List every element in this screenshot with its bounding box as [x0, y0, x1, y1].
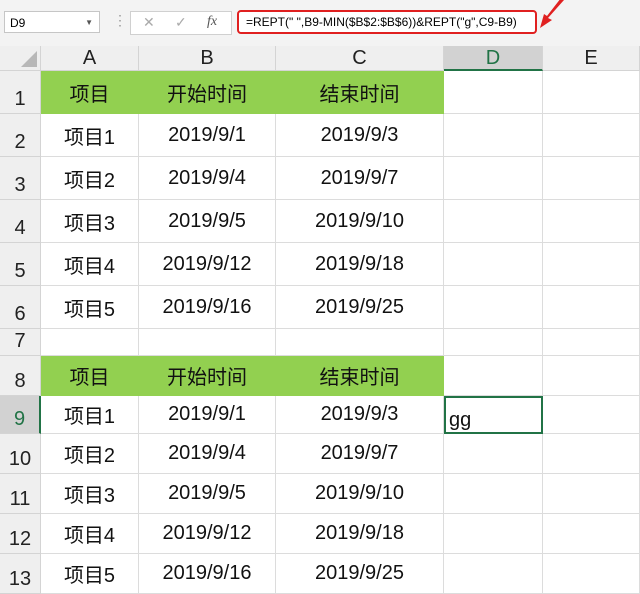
cell-A9[interactable]: 项目1 — [41, 396, 139, 434]
row-header-6[interactable]: 6 — [0, 286, 41, 329]
cell-C6[interactable]: 2019/9/25 — [276, 286, 444, 329]
formula-buttons: ✕ ✓ fx — [130, 11, 232, 35]
row-header-13[interactable]: 13 — [0, 554, 41, 594]
cell-B11[interactable]: 2019/9/5 — [139, 474, 276, 514]
row-header-4[interactable]: 4 — [0, 200, 41, 243]
cell-E3[interactable] — [543, 157, 640, 200]
row-header-11[interactable]: 11 — [0, 474, 41, 514]
cell-B6[interactable]: 2019/9/16 — [139, 286, 276, 329]
row-header-10[interactable]: 10 — [0, 434, 41, 474]
cell-E4[interactable] — [543, 200, 640, 243]
cell-D10[interactable] — [444, 434, 543, 474]
cell-E7[interactable] — [543, 329, 640, 356]
column-header-D[interactable]: D — [444, 46, 543, 71]
cell-E13[interactable] — [543, 554, 640, 594]
cell-B10[interactable]: 2019/9/4 — [139, 434, 276, 474]
cell-A5[interactable]: 项目4 — [41, 243, 139, 286]
cell-C12[interactable]: 2019/9/18 — [276, 514, 444, 554]
cell-C9[interactable]: 2019/9/3 — [276, 396, 444, 434]
cell-E12[interactable] — [543, 514, 640, 554]
cell-B7[interactable] — [139, 329, 276, 356]
cell-C13[interactable]: 2019/9/25 — [276, 554, 444, 594]
row-header-8[interactable]: 8 — [0, 356, 41, 396]
row-header-3[interactable]: 3 — [0, 157, 41, 200]
cell-E11[interactable] — [543, 474, 640, 514]
cell-B8[interactable]: 开始时间 — [139, 356, 276, 396]
cell-A11[interactable]: 项目3 — [41, 474, 139, 514]
cell-A6[interactable]: 项目5 — [41, 286, 139, 329]
cell-E6[interactable] — [543, 286, 640, 329]
row-header-2[interactable]: 2 — [0, 114, 41, 157]
cell-C11[interactable]: 2019/9/10 — [276, 474, 444, 514]
cell-B13[interactable]: 2019/9/16 — [139, 554, 276, 594]
cell-D2[interactable] — [444, 114, 543, 157]
formula-bar-area: D9 ▼ ⋮ ✕ ✓ fx =REPT(" ",B9-MIN($B$2:$B$6)… — [0, 0, 640, 47]
row-header-7[interactable]: 7 — [0, 329, 41, 356]
cell-E2[interactable] — [543, 114, 640, 157]
cell-A1[interactable]: 项目 — [41, 71, 139, 114]
cell-D1[interactable] — [444, 71, 543, 114]
cell-D7[interactable] — [444, 329, 543, 356]
cell-E9[interactable] — [543, 396, 640, 434]
row-header-1[interactable]: 1 — [0, 71, 41, 114]
cell-D5[interactable] — [444, 243, 543, 286]
select-all-button[interactable] — [0, 46, 41, 71]
row-header-12[interactable]: 12 — [0, 514, 41, 554]
cell-C7[interactable] — [276, 329, 444, 356]
cell-A13[interactable]: 项目5 — [41, 554, 139, 594]
confirm-icon[interactable]: ✓ — [175, 14, 187, 31]
cell-D12[interactable] — [444, 514, 543, 554]
formula-input[interactable]: =REPT(" ",B9-MIN($B$2:$B$6))&REPT("g",C9… — [237, 10, 537, 34]
cell-A4[interactable]: 项目3 — [41, 200, 139, 243]
cell-E1[interactable] — [543, 71, 640, 114]
cell-C1[interactable]: 结束时间 — [276, 71, 444, 114]
cell-D6[interactable] — [444, 286, 543, 329]
cell-A10[interactable]: 项目2 — [41, 434, 139, 474]
cell-B5[interactable]: 2019/9/12 — [139, 243, 276, 286]
chevron-down-icon[interactable]: ▼ — [85, 12, 93, 34]
cell-C10[interactable]: 2019/9/7 — [276, 434, 444, 474]
red-arrow-icon — [540, 0, 564, 28]
cell-C8[interactable]: 结束时间 — [276, 356, 444, 396]
cell-D9[interactable]: gg — [444, 396, 543, 434]
cell-D11[interactable] — [444, 474, 543, 514]
cell-A12[interactable]: 项目4 — [41, 514, 139, 554]
cell-D3[interactable] — [444, 157, 543, 200]
row-header-9[interactable]: 9 — [0, 396, 41, 434]
cell-A3[interactable]: 项目2 — [41, 157, 139, 200]
name-box[interactable]: D9 ▼ — [4, 11, 100, 33]
cell-B3[interactable]: 2019/9/4 — [139, 157, 276, 200]
cell-D4[interactable] — [444, 200, 543, 243]
column-header-E[interactable]: E — [543, 46, 640, 71]
cell-C3[interactable]: 2019/9/7 — [276, 157, 444, 200]
cell-C5[interactable]: 2019/9/18 — [276, 243, 444, 286]
cell-D8[interactable] — [444, 356, 543, 396]
cell-E8[interactable] — [543, 356, 640, 396]
cell-D13[interactable] — [444, 554, 543, 594]
column-header-B[interactable]: B — [139, 46, 276, 71]
cell-C2[interactable]: 2019/9/3 — [276, 114, 444, 157]
cancel-icon[interactable]: ✕ — [143, 14, 155, 31]
cell-E5[interactable] — [543, 243, 640, 286]
function-icon[interactable]: fx — [207, 14, 217, 30]
cell-E10[interactable] — [543, 434, 640, 474]
cell-B12[interactable]: 2019/9/12 — [139, 514, 276, 554]
cell-A7[interactable] — [41, 329, 139, 356]
cell-C4[interactable]: 2019/9/10 — [276, 200, 444, 243]
cell-B2[interactable]: 2019/9/1 — [139, 114, 276, 157]
name-box-value: D9 — [10, 16, 26, 30]
drag-handle-icon[interactable]: ⋮ — [113, 12, 127, 29]
column-header-C[interactable]: C — [276, 46, 444, 71]
cell-B9[interactable]: 2019/9/1 — [139, 396, 276, 434]
cell-A8[interactable]: 项目 — [41, 356, 139, 396]
column-header-A[interactable]: A — [41, 46, 139, 71]
cell-B4[interactable]: 2019/9/5 — [139, 200, 276, 243]
cell-B1[interactable]: 开始时间 — [139, 71, 276, 114]
cell-A2[interactable]: 项目1 — [41, 114, 139, 157]
row-header-5[interactable]: 5 — [0, 243, 41, 286]
